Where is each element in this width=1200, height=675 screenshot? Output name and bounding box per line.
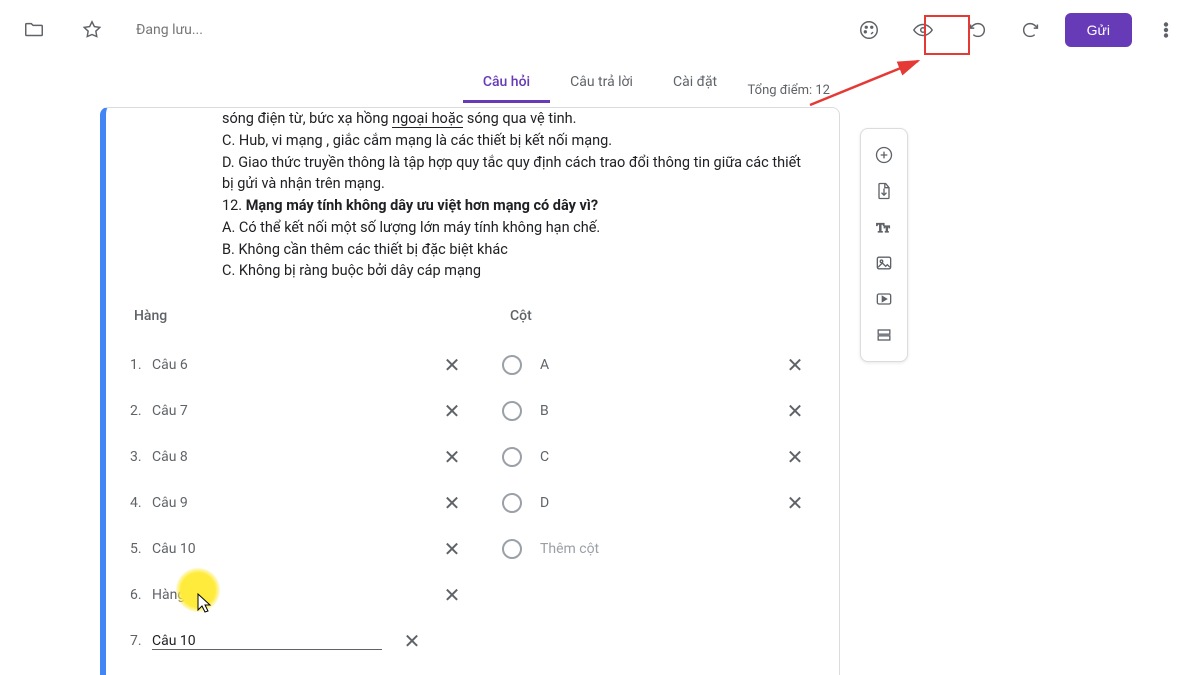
star-icon[interactable] xyxy=(72,10,112,50)
row-label-input[interactable]: Câu 6 xyxy=(152,357,422,373)
grid-row: 5. Câu 10 ✕ Thêm cột xyxy=(130,526,815,572)
tab-answers[interactable]: Câu trả lời xyxy=(550,64,653,103)
row-label-input[interactable]: Câu 7 xyxy=(152,403,422,419)
col-label-input[interactable]: A xyxy=(540,357,780,373)
row-label-input[interactable]: Câu 10 xyxy=(152,633,382,650)
qtext: 12. xyxy=(222,197,246,214)
grid-row-add: 8. Thêm hàng xyxy=(130,664,815,675)
grid-headers: Hàng Cột xyxy=(130,308,815,324)
qtext: B. Không cần thêm các thiết bị đặc biệt … xyxy=(222,241,508,258)
qtext: sóng qua vệ tinh. xyxy=(463,110,576,127)
form-tabs: Câu hỏi Câu trả lời Cài đặt xyxy=(0,64,1200,103)
row-number: 1. xyxy=(130,357,152,373)
delete-row-icon[interactable]: ✕ xyxy=(422,445,482,469)
toolbar-right: Gửi xyxy=(849,10,1186,50)
row-number: 4. xyxy=(130,495,152,511)
undo-icon[interactable] xyxy=(957,10,997,50)
row-number: 3. xyxy=(130,449,152,465)
add-image-icon[interactable] xyxy=(864,245,904,281)
question-card: sóng điện từ, bức xạ hồng ngoại hoặc són… xyxy=(100,107,840,675)
radio-icon xyxy=(502,539,522,559)
row-label-input[interactable]: Câu 10 xyxy=(152,541,422,557)
row-label-input[interactable]: Câu 8 xyxy=(152,449,422,465)
row-number: 5. xyxy=(130,541,152,557)
grid-row-editing: 7. Câu 10 ✕ xyxy=(130,618,815,664)
add-title-icon[interactable]: Tт xyxy=(864,209,904,245)
qtext: A. Có thể kết nối một số lượng lớn máy t… xyxy=(222,219,600,236)
delete-row-icon[interactable]: ✕ xyxy=(422,491,482,515)
question-text-block: sóng điện từ, bức xạ hồng ngoại hoặc són… xyxy=(106,108,839,290)
qtext: C. Hub, vi mạng , giắc cắm mạng là các t… xyxy=(222,132,612,149)
grid-row: 6. Hàng 6 ✕ xyxy=(130,572,815,618)
add-video-icon[interactable] xyxy=(864,281,904,317)
side-toolbar: Tт xyxy=(860,128,908,362)
delete-col-icon[interactable]: ✕ xyxy=(780,445,810,469)
tab-questions[interactable]: Câu hỏi xyxy=(463,64,550,103)
preview-eye-icon[interactable] xyxy=(903,10,943,50)
top-toolbar: Đang lưu... Gửi xyxy=(0,0,1200,60)
qtext-under: ngoại hoặc xyxy=(392,110,463,128)
tab-settings[interactable]: Cài đặt xyxy=(653,64,737,103)
delete-row-icon[interactable]: ✕ xyxy=(422,353,482,377)
row-label-input[interactable]: Câu 9 xyxy=(152,495,422,511)
total-points: Tổng điểm: 12 xyxy=(748,83,830,98)
delete-row-icon[interactable]: ✕ xyxy=(422,537,482,561)
more-icon[interactable] xyxy=(1146,10,1186,50)
svg-text:Tт: Tт xyxy=(877,221,891,235)
grid-editor: Hàng Cột 1. Câu 6 ✕ A ✕ 2. Câu 7 ✕ B ✕ 3… xyxy=(106,290,839,675)
toolbar-left: Đang lưu... xyxy=(14,10,203,50)
qtext: sóng điện từ, bức xạ hồng xyxy=(222,110,392,127)
folder-icon[interactable] xyxy=(14,10,54,50)
grid-row: 1. Câu 6 ✕ A ✕ xyxy=(130,342,815,388)
import-question-icon[interactable] xyxy=(864,173,904,209)
redo-icon[interactable] xyxy=(1011,10,1051,50)
col-label-input[interactable]: D xyxy=(540,495,780,511)
radio-icon xyxy=(502,447,522,467)
radio-icon xyxy=(502,493,522,513)
delete-row-icon[interactable]: ✕ xyxy=(422,583,482,607)
qtext: D. Giao thức truyền thông là tập hợp quy… xyxy=(222,154,801,193)
row-number: 2. xyxy=(130,403,152,419)
add-section-icon[interactable] xyxy=(864,317,904,353)
saving-status: Đang lưu... xyxy=(136,22,203,38)
palette-icon[interactable] xyxy=(849,10,889,50)
col-label-input[interactable]: B xyxy=(540,403,780,419)
col-label-input[interactable]: C xyxy=(540,449,780,465)
qtext-bold: Mạng máy tính không dây ưu việt hơn mạng… xyxy=(246,197,598,214)
add-column[interactable]: Thêm cột xyxy=(540,541,780,557)
grid-row: 4. Câu 9 ✕ D ✕ xyxy=(130,480,815,526)
row-header: Hàng xyxy=(130,308,470,324)
grid-row: 2. Câu 7 ✕ B ✕ xyxy=(130,388,815,434)
row-number: 6. xyxy=(130,587,152,603)
radio-icon xyxy=(502,401,522,421)
delete-row-icon[interactable]: ✕ xyxy=(422,399,482,423)
grid-row: 3. Câu 8 ✕ C ✕ xyxy=(130,434,815,480)
row-label-input[interactable]: Hàng 6 xyxy=(152,587,422,603)
delete-col-icon[interactable]: ✕ xyxy=(780,491,810,515)
delete-col-icon[interactable]: ✕ xyxy=(780,353,810,377)
main-area: sóng điện từ, bức xạ hồng ngoại hoặc són… xyxy=(0,107,1200,675)
delete-col-icon[interactable]: ✕ xyxy=(780,399,810,423)
col-header: Cột xyxy=(470,308,532,324)
send-button[interactable]: Gửi xyxy=(1065,13,1132,47)
row-number: 7. xyxy=(130,633,152,649)
delete-row-icon[interactable]: ✕ xyxy=(382,629,442,653)
qtext: C. Không bị ràng buộc bởi dây cáp mạng xyxy=(222,262,481,279)
radio-icon xyxy=(502,355,522,375)
add-question-icon[interactable] xyxy=(864,137,904,173)
